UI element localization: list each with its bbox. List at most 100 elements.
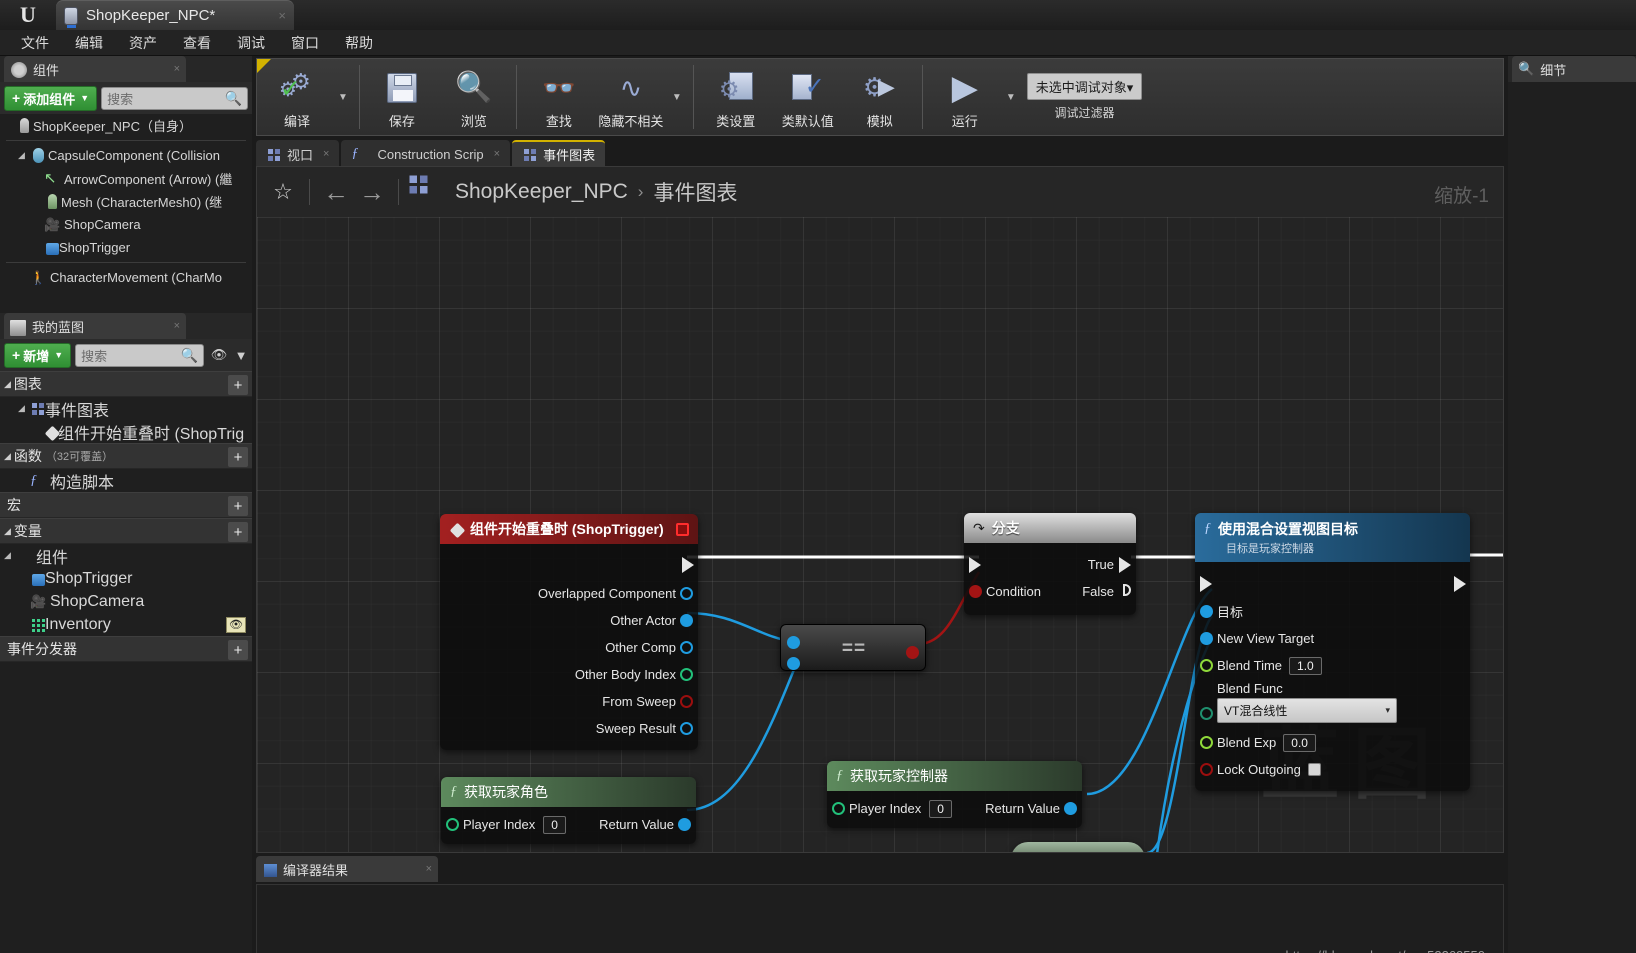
section-macros[interactable]: 宏 + [0, 492, 252, 518]
pin-exec-out[interactable] [440, 550, 698, 580]
debug-object-dropdown[interactable]: 未选中调试对象▾ [1026, 73, 1143, 100]
close-icon[interactable]: × [270, 8, 286, 23]
compiler-results-body[interactable]: https://blog.csdn.net/qq_52269550 [256, 884, 1504, 953]
pin-row[interactable]: Player Index 0 Return Value [441, 811, 696, 838]
add-component-button[interactable]: + 添加组件 ▼ [4, 85, 98, 111]
pin-row-exec[interactable] [1195, 568, 1470, 598]
tree-row[interactable]: ShopKeeper_NPC（自身） [0, 114, 252, 137]
menu-item-help[interactable]: 帮助 [332, 30, 386, 56]
tree-row[interactable]: ƒ 构造脚本 [0, 469, 252, 492]
expand-wedge-icon[interactable]: ◢ [4, 379, 11, 390]
blend-time-input[interactable]: 1.0 [1289, 656, 1322, 675]
section-graphs[interactable]: ◢ 图表 + [0, 371, 252, 397]
toolbar-button-类默认值[interactable]: ✓ 类默认值 [772, 61, 844, 133]
node-self[interactable]: Self [1011, 842, 1145, 852]
section-variables[interactable]: ◢ 变量 + [0, 518, 252, 544]
chevron-down-icon[interactable]: ▼ [1001, 61, 1021, 133]
expand-wedge-icon[interactable]: ◢ [18, 150, 30, 161]
pin-target[interactable]: 目标 [1195, 598, 1470, 625]
node-get-player-controller[interactable]: ƒ 获取玩家控制器 Player Index 0 Return Value [827, 761, 1082, 828]
tree-row[interactable]: ◢ 事件图表 [0, 397, 252, 420]
add-button[interactable]: + [228, 522, 248, 542]
back-arrow-icon[interactable]: ← [320, 177, 352, 208]
search-icon[interactable]: 🔍 [1518, 61, 1534, 77]
chevron-down-icon[interactable]: ▼ [333, 61, 353, 133]
breadcrumb-leaf[interactable]: 事件图表 [653, 177, 737, 207]
tree-row[interactable]: 组件开始重叠时 (ShopTrig [0, 420, 252, 443]
toolbar-button-运行[interactable]: ▶ 运行 [929, 61, 1001, 133]
close-icon[interactable]: × [174, 63, 180, 75]
close-icon[interactable]: × [494, 148, 500, 160]
pin-other-body-index[interactable]: Other Body Index [440, 661, 698, 688]
player-index-input[interactable]: 0 [929, 799, 952, 818]
tab-components[interactable]: 组件 × [4, 56, 186, 82]
add-new-button[interactable]: + 新增 ▼ [4, 342, 72, 368]
section-functions[interactable]: ◢ 函数 （32可覆盖） + [0, 443, 252, 469]
add-button[interactable]: + [228, 496, 248, 516]
expand-wedge-icon[interactable]: ◢ [18, 403, 30, 414]
add-button[interactable]: + [228, 640, 248, 660]
pin-row-exec-true[interactable]: True [964, 551, 1136, 578]
tree-row[interactable]: Mesh (CharacterMesh0) (继 [0, 190, 252, 213]
blend-exp-input[interactable]: 0.0 [1283, 733, 1316, 752]
breakpoint-icon[interactable] [676, 522, 689, 536]
toolbar-button-查找[interactable]: 👓 查找 [523, 61, 595, 133]
pin-blend-func[interactable]: Blend Func VT混合线性 ▾ [1195, 679, 1470, 729]
section-event-dispatchers[interactable]: 事件分发器 + [0, 636, 252, 662]
graph-tab-2[interactable]: 事件图表 [512, 140, 606, 166]
graph-canvas[interactable]: 蓝图 [257, 217, 1503, 852]
pin-sweep-result[interactable]: Sweep Result [440, 715, 698, 742]
toolbar-button-编译[interactable]: ⚙ ⚙ ✓ 编译 [261, 61, 333, 133]
tree-row[interactable]: ↖ ArrowComponent (Arrow) (繼 [0, 167, 252, 190]
tree-row[interactable]: 🎥 ShopCamera [0, 590, 252, 613]
menu-item-file[interactable]: 文件 [8, 30, 62, 56]
node-branch[interactable]: ↷ 分支 True Condition False [964, 513, 1136, 615]
tree-row[interactable]: 🚶 CharacterMovement (CharMo [0, 266, 252, 289]
tree-row[interactable]: ShopTrigger [0, 236, 252, 259]
menu-item-view[interactable]: 查看 [170, 30, 224, 56]
tree-row[interactable]: ShopTrigger [0, 567, 252, 590]
document-tab-shopkeeper-npc[interactable]: ShopKeeper_NPC* × [56, 0, 294, 30]
close-icon[interactable]: × [323, 148, 329, 160]
blend-func-dropdown[interactable]: VT混合线性 ▾ [1217, 698, 1397, 723]
menu-item-edit[interactable]: 编辑 [62, 30, 116, 56]
myblueprint-search-input[interactable]: 搜索 🔍 [75, 343, 204, 367]
chevron-down-icon[interactable]: ▼ [667, 61, 687, 133]
favorite-star-icon[interactable]: ☆ [267, 179, 299, 205]
expand-wedge-icon[interactable]: ◢ [4, 451, 11, 462]
visibility-eye-icon[interactable]: 👁 [208, 344, 230, 366]
toolbar-button-保存[interactable]: 保存 [366, 61, 438, 133]
pin-row[interactable]: Player Index 0 Return Value [827, 795, 1082, 822]
lock-outgoing-checkbox[interactable] [1307, 763, 1321, 776]
chevron-down-icon[interactable]: ▼ [234, 344, 248, 366]
add-button[interactable]: + [228, 447, 248, 467]
add-button[interactable]: + [228, 375, 248, 395]
close-icon[interactable]: × [426, 863, 432, 875]
pin-from-sweep[interactable]: From Sweep [440, 688, 698, 715]
menu-item-debug[interactable]: 调试 [224, 30, 278, 56]
node-component-begin-overlap[interactable]: 组件开始重叠时 (ShopTrigger) Overlapped Compone… [440, 514, 698, 750]
expand-wedge-icon[interactable]: ◢ [4, 526, 11, 537]
node-get-player-character[interactable]: ƒ 获取玩家角色 Player Index 0 Return Value [441, 777, 696, 844]
graph-tab-0[interactable]: 视口 × [256, 140, 340, 166]
pin-other-comp[interactable]: Other Comp [440, 634, 698, 661]
tree-row[interactable]: Inventory 👁 [0, 613, 252, 636]
tree-row[interactable]: ◢ CapsuleComponent (Collision [0, 144, 252, 167]
menu-item-window[interactable]: 窗口 [278, 30, 332, 56]
tree-row[interactable]: 🎥 ShopCamera [0, 213, 252, 236]
pin-overlapped-component[interactable]: Overlapped Component [440, 580, 698, 607]
pin-blend-exp[interactable]: Blend Exp 0.0 [1195, 729, 1470, 756]
player-index-input[interactable]: 0 [543, 815, 566, 834]
pin-lock-outgoing[interactable]: Lock Outgoing [1195, 756, 1470, 783]
node-set-view-target-with-blend[interactable]: ƒ 使用混合设置视图目标 目标是玩家控制器 目标 New View Target… [1195, 513, 1470, 791]
menu-item-assets[interactable]: 资产 [116, 30, 170, 56]
pin-row-condition-false[interactable]: Condition False [964, 578, 1136, 605]
node-equal[interactable]: == [780, 624, 926, 671]
graph-tab-1[interactable]: ƒ Construction Scrip × [341, 140, 511, 166]
close-icon[interactable]: × [174, 320, 180, 332]
tab-compiler-results[interactable]: 编译器结果 × [256, 856, 438, 882]
tree-row[interactable]: ◢ 组件 [0, 544, 252, 567]
tab-my-blueprint[interactable]: 我的蓝图 × [4, 313, 186, 339]
breadcrumb-root[interactable]: ShopKeeper_NPC [455, 180, 628, 204]
toolbar-button-隐藏不相关[interactable]: ∿ 隐藏不相关 [595, 61, 667, 133]
